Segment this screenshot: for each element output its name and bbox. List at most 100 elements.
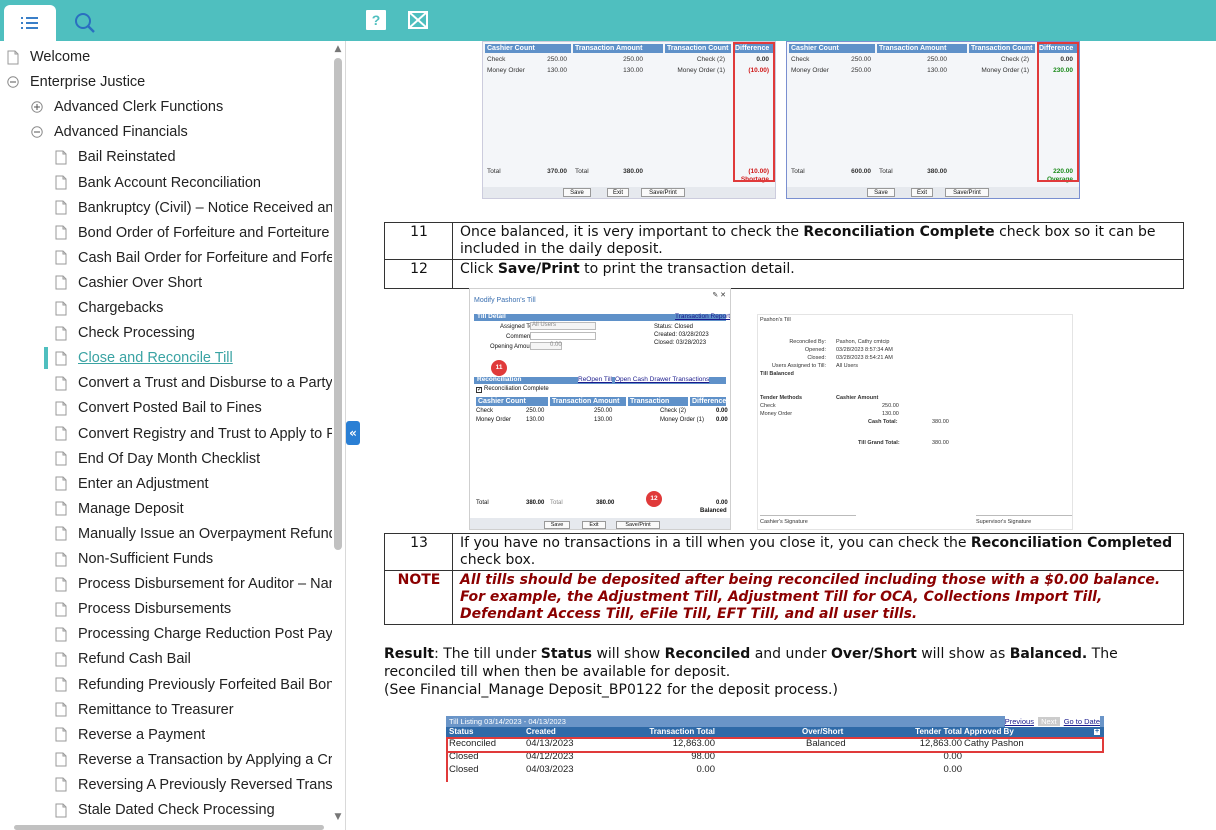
panel-button[interactable]: Save	[867, 188, 895, 197]
toc-item[interactable]: Processing Charge Reduction Post Paym	[52, 622, 332, 646]
collapse-icon[interactable]	[28, 123, 46, 141]
row-transaction-amount: 250.00	[623, 56, 643, 63]
toc-item-label: Convert a Trust and Disburse to a Party	[78, 375, 332, 392]
toc-item[interactable]: Stale Dated Check Processing	[52, 798, 332, 822]
toc-horizontal-scrollbar[interactable]	[0, 824, 332, 830]
row-cashier-count[interactable]: 130.00	[547, 67, 567, 74]
panel-button[interactable]: Save	[563, 188, 591, 197]
row-cashier-count[interactable]: 250.00	[851, 67, 871, 74]
form-button[interactable]: Save	[544, 521, 570, 529]
page-icon	[52, 701, 70, 719]
row-cashier-count[interactable]: 250.00	[851, 56, 871, 63]
panel-button[interactable]: Save/Print	[641, 188, 685, 197]
till-column-header: Over/Short	[802, 727, 844, 736]
expand-columns-icon[interactable]: +	[1093, 728, 1101, 736]
scroll-up-icon[interactable]: ▲	[333, 44, 343, 54]
panel-column-header: Transaction Count	[665, 44, 731, 53]
search-tab[interactable]	[60, 5, 110, 41]
form-total-transactions: 380.00	[596, 500, 615, 506]
toc-item[interactable]: Bond Order of Forfeiture and Forteiture …	[52, 221, 332, 245]
toc-item[interactable]: End Of Day Month Checklist	[52, 447, 332, 471]
toc-item[interactable]: Manually Issue an Overpayment Refund (	[52, 522, 332, 546]
toc-item[interactable]: Convert Posted Bail to Fines	[52, 396, 332, 420]
toc-item[interactable]: Convert Registry and Trust to Apply to F…	[52, 422, 332, 446]
toc-item-label: Enter an Adjustment	[78, 475, 209, 492]
page-icon	[52, 174, 70, 192]
help-button[interactable]: ?	[366, 10, 386, 30]
reconciliation-complete-checkbox[interactable]: ✓	[476, 387, 482, 393]
transaction-report-link[interactable]: Transaction Report	[675, 313, 730, 320]
form-button[interactable]: Save/Print	[616, 521, 660, 529]
next-link[interactable]: Next	[1038, 717, 1060, 726]
report-line-label: Users Assigned to Till:	[771, 363, 826, 369]
toc-item[interactable]: Advanced Clerk Functions	[28, 95, 332, 119]
form-button[interactable]: Exit	[582, 521, 606, 529]
contents-tab[interactable]	[4, 5, 56, 41]
toc-item[interactable]: Welcome	[4, 45, 332, 69]
toc-item[interactable]: Chargebacks	[52, 296, 332, 320]
shortage-panel: Cashier Count Transaction Amount Transacti…	[482, 41, 776, 199]
row-cashier-count[interactable]: 250.00	[547, 56, 567, 63]
toc-item[interactable]: Refunding Previously Forfeited Bail Bond	[52, 673, 332, 697]
toc-item[interactable]: Manage Deposit	[52, 497, 332, 521]
toc-item[interactable]: Reversing A Previously Reversed Transac	[52, 773, 332, 797]
toc-item[interactable]: Enter an Adjustment	[52, 472, 332, 496]
toc-vertical-scrollbar[interactable]: ▲ ▼	[332, 44, 344, 824]
previous-link[interactable]: Previous	[1005, 717, 1034, 726]
step-number: 13	[384, 533, 453, 571]
page-icon	[52, 600, 70, 618]
report-grand-total-label: Till Grand Total:	[858, 440, 900, 446]
toc-item-label: Process Disbursements	[78, 601, 232, 618]
screenshot-till-form: Modify Pashon's Till ✎ ✕ Till Detail Transa…	[469, 288, 731, 530]
panel-column-header: Transaction Count	[969, 44, 1035, 53]
reopen-till-link[interactable]: ReOpen Till	[578, 376, 612, 383]
toc-tree: Welcome Enterprise Justice Advanced Clerk …	[0, 44, 332, 830]
toc-item[interactable]: Reverse a Transaction by Applying a Crec	[52, 748, 332, 772]
opening-amount-value: 0.00	[550, 342, 562, 348]
toc-item[interactable]: Bail Reinstated	[52, 145, 332, 169]
go-to-date-link[interactable]: Go to Date	[1064, 717, 1100, 726]
toc-item[interactable]: Close and Reconcile Till	[52, 346, 332, 370]
report-till-balanced: Till Balanced	[760, 371, 794, 377]
difference-highlight	[733, 42, 775, 182]
toc-item[interactable]: Bankruptcy (Civil) – Notice Received and	[52, 196, 332, 220]
panel-button[interactable]: Save/Print	[945, 188, 989, 197]
highlight-edge	[446, 737, 448, 782]
form-window-controls[interactable]: ✎ ✕	[712, 291, 726, 299]
form-total-cashier: 380.00	[526, 500, 545, 506]
toc-item[interactable]: Reverse a Payment	[52, 723, 332, 747]
comment-field[interactable]	[530, 332, 596, 340]
form-column-header: Difference	[690, 397, 727, 406]
panel-button[interactable]: Exit	[607, 188, 629, 197]
toc-item[interactable]: Process Disbursements	[52, 597, 332, 621]
toc-item[interactable]: Check Processing	[52, 321, 332, 345]
toc-item[interactable]: Bank Account Reconciliation	[52, 171, 332, 195]
toc-item[interactable]: Remittance to Treasurer	[52, 698, 332, 722]
toc-item[interactable]: Refund Cash Bail	[52, 647, 332, 671]
till-row[interactable]: Closed 04/03/2023 0.00 0.00	[446, 763, 1104, 776]
hscroll-thumb[interactable]	[14, 825, 324, 830]
scroll-down-icon[interactable]: ▼	[333, 812, 343, 822]
page-icon	[52, 575, 70, 593]
toc-item[interactable]: Non-Sufficient Funds	[52, 547, 332, 571]
toc-item[interactable]: Cash Bail Order for Forfeiture and Forfe…	[52, 246, 332, 270]
form-row-cashier-count[interactable]: 250.00	[526, 408, 544, 414]
toc-item[interactable]: Enterprise Justice	[4, 70, 332, 94]
toc-item[interactable]: Convert a Trust and Disburse to a Party	[52, 371, 332, 395]
toc-item[interactable]: Advanced Financials	[28, 120, 332, 144]
panel-button[interactable]: Exit	[911, 188, 933, 197]
toc-item[interactable]: Process Disbursement for Auditor – Nan	[52, 572, 332, 596]
till-detail-label: Till Detail	[477, 313, 506, 320]
report-tender-amount: 250.00	[882, 403, 899, 409]
assigned-to-value: All Users	[532, 322, 557, 328]
expand-icon[interactable]	[28, 98, 46, 116]
email-button[interactable]	[408, 10, 428, 30]
step-text: If you have no transactions in a till wh…	[452, 533, 1184, 571]
panel-header: Cashier Count Transaction Amount Transacti…	[485, 44, 773, 53]
form-row-cashier-count[interactable]: 130.00	[526, 417, 544, 423]
collapse-icon[interactable]	[4, 73, 22, 91]
scroll-thumb[interactable]	[334, 58, 342, 550]
content-pane: ? Cashier Count Transaction Amount Transac…	[346, 0, 1216, 830]
open-cash-drawer-link[interactable]: Open Cash Drawer Transactions	[615, 376, 710, 383]
toc-item[interactable]: Cashier Over Short	[52, 271, 332, 295]
